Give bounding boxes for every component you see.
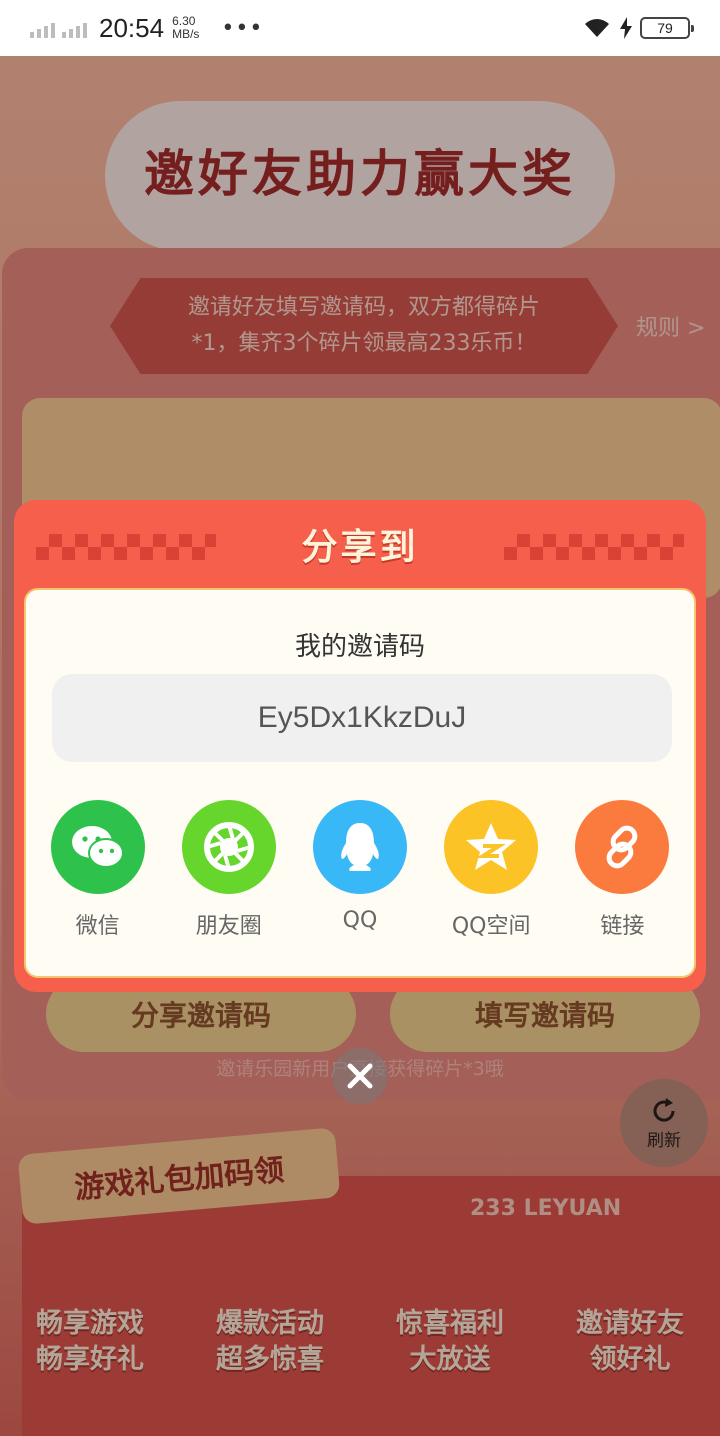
share-dialog: 分享到 我的邀请码 Ey5Dx1KkzDuJ 微信 朋友圈 QQ QQ空间 链接 [14,500,706,992]
share-targets: 微信 朋友圈 QQ QQ空间 链接 [26,800,694,940]
network-speed: 6.30 MB/s [172,15,199,41]
battery-icon: 79 [640,17,694,39]
share-link[interactable]: 链接 [567,800,677,940]
more-notifications-icon: ••• [221,15,264,41]
dialog-title: 分享到 [301,527,419,568]
charging-icon [620,17,632,39]
qzone-icon [444,800,539,894]
clock: 20:54 [99,12,165,43]
share-label: QQ [342,908,378,933]
status-bar: 20:54 6.30 MB/s ••• 79 [0,0,720,56]
share-label: 微信 [75,914,120,939]
share-label: 朋友圈 [195,914,262,939]
wifi-icon [585,19,609,37]
speed-unit: MB/s [172,27,200,41]
close-button[interactable] [332,1048,388,1104]
invite-code-label: 我的邀请码 [294,632,425,662]
invite-code-field[interactable]: Ey5Dx1KkzDuJ [52,674,672,762]
qq-icon [312,800,407,894]
share-qq[interactable]: QQ [305,800,415,940]
wechat-icon [50,800,145,894]
share-qzone[interactable]: QQ空间 [436,800,546,940]
share-wechat[interactable]: 微信 [43,800,153,940]
share-moments[interactable]: 朋友圈 [174,800,284,940]
battery-level: 79 [657,20,673,36]
share-label: 链接 [600,914,645,939]
signal-icon [30,18,87,38]
link-icon [575,800,670,894]
close-icon [347,1063,373,1089]
moments-icon [181,800,276,894]
dialog-body: 我的邀请码 Ey5Dx1KkzDuJ 微信 朋友圈 QQ QQ空间 链接 [24,588,696,978]
share-label: QQ空间 [451,914,531,939]
